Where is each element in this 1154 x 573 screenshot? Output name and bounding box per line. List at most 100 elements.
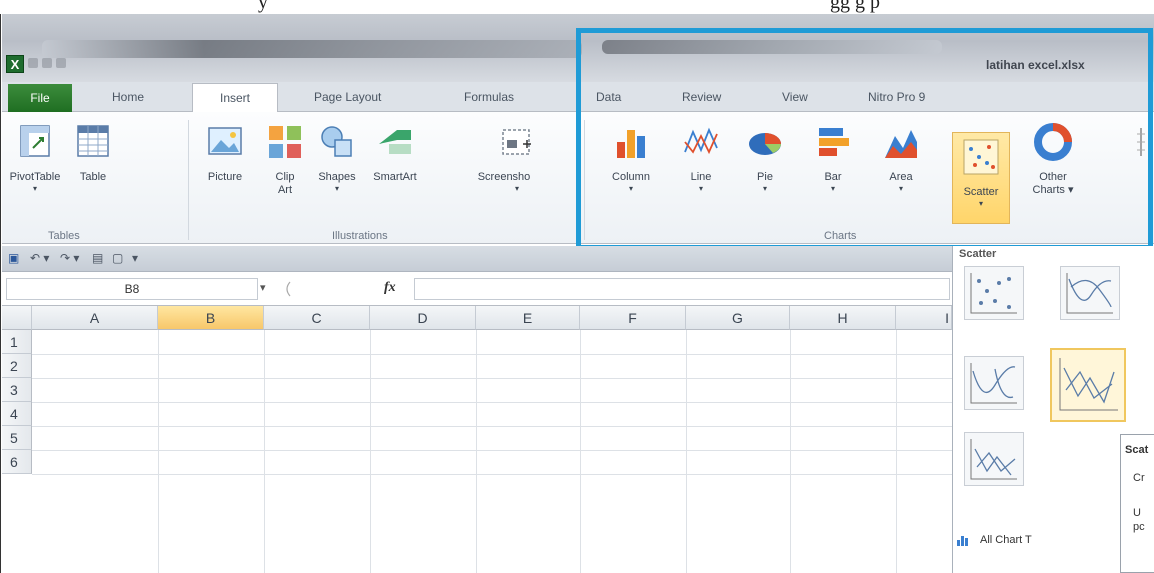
qat-icon[interactable] xyxy=(28,58,38,68)
column-header-selected[interactable]: B xyxy=(158,306,264,330)
tab-home[interactable]: Home xyxy=(112,90,144,104)
sparklines-button[interactable] xyxy=(1102,118,1152,214)
tab-file[interactable]: File xyxy=(8,84,72,112)
tab-view[interactable]: View xyxy=(782,90,808,104)
column-chart-button[interactable]: Column ▾ xyxy=(602,118,660,214)
scatter-straight-icon xyxy=(970,439,1017,480)
scatter-smooth-icon xyxy=(970,363,1017,404)
chevron-down-icon: ▾ xyxy=(32,184,37,193)
group-label-tables: Tables xyxy=(48,230,80,242)
insert-function-icon[interactable]: fx xyxy=(384,280,396,296)
pivot-table-icon xyxy=(20,125,50,157)
spreadsheet-grid[interactable]: A B C D E F G H I 1 2 3 4 5 6 xyxy=(2,306,952,573)
redo-icon[interactable]: ↷ ▾ xyxy=(60,251,79,265)
qat-icon[interactable] xyxy=(42,58,52,68)
undo-icon[interactable]: ↶ ▾ xyxy=(30,251,49,265)
table-icon xyxy=(77,125,109,157)
bar-chart-button[interactable]: Bar ▾ xyxy=(804,118,862,214)
excel-icon[interactable]: X xyxy=(6,55,24,73)
chevron-down-icon: ▾ xyxy=(978,199,983,208)
tab-data[interactable]: Data xyxy=(596,90,621,104)
row-header[interactable]: 5 xyxy=(2,426,32,450)
ribbon-tabs: File Home Insert Page Layout Formulas Da… xyxy=(2,82,1154,113)
row-header[interactable]: 1 xyxy=(2,330,32,354)
pivot-table-button[interactable]: PivotTable ▾ xyxy=(6,118,64,214)
chevron-down-icon[interactable]: ▾ xyxy=(260,281,266,294)
row-header[interactable]: 3 xyxy=(2,378,32,402)
column-header[interactable]: F xyxy=(580,306,686,330)
column-header[interactable]: H xyxy=(790,306,896,330)
picture-button[interactable]: Picture xyxy=(196,118,254,214)
pie-label: Pie xyxy=(757,171,773,183)
row-header[interactable]: 6 xyxy=(2,450,32,474)
save-icon[interactable]: ▣ xyxy=(8,251,19,265)
pie-chart-icon xyxy=(749,133,781,155)
clip-art-button[interactable]: Clip Art xyxy=(256,118,314,214)
bar-chart-icon xyxy=(819,128,849,156)
pie-chart-button[interactable]: Pie ▾ xyxy=(736,118,794,214)
grid-line xyxy=(32,450,952,451)
tab-page-layout[interactable]: Page Layout xyxy=(314,90,381,104)
sparkline-icon xyxy=(1137,128,1145,156)
column-header[interactable]: E xyxy=(476,306,580,330)
column-header[interactable]: A xyxy=(32,306,158,330)
smartart-button[interactable]: SmartArt xyxy=(366,118,424,214)
line-chart-button[interactable]: Line ▾ xyxy=(672,118,730,214)
all-chart-types-link[interactable]: All Chart T xyxy=(980,534,1032,546)
chevron-down-icon: ▾ xyxy=(514,184,519,193)
excel-window: X latihan excel.xlsx File Home Insert Pa… xyxy=(2,14,1154,573)
scatter-markers-only-option[interactable] xyxy=(964,266,1024,320)
shapes-button[interactable]: Shapes ▾ xyxy=(308,118,366,214)
picture-label: Picture xyxy=(207,171,243,183)
screenshot-frame: y gg g p X latihan excel.xlsx File Home … xyxy=(0,0,1154,573)
scatter-markers-icon xyxy=(970,273,1017,314)
clip-art-label: Clip Art xyxy=(275,171,295,196)
tooltip: Scat Cr U pc xyxy=(1120,434,1154,573)
chevron-down-icon: ▾ xyxy=(698,184,703,193)
row-header[interactable]: 2 xyxy=(2,354,32,378)
row-header[interactable]: 4 xyxy=(2,402,32,426)
grid-line xyxy=(790,330,791,573)
other-charts-icon xyxy=(1034,123,1072,161)
formula-input[interactable] xyxy=(414,278,950,300)
grid-line xyxy=(32,354,952,355)
column-header[interactable]: D xyxy=(370,306,476,330)
scatter-chart-icon xyxy=(963,139,999,175)
scatter-smooth-lines-icon xyxy=(1066,273,1113,314)
name-box[interactable]: B8 xyxy=(6,278,258,300)
scatter-smooth-lines-markers-option[interactable] xyxy=(1060,266,1120,320)
tab-formulas[interactable]: Formulas xyxy=(464,90,514,104)
scatter-straight-lines-markers-option[interactable] xyxy=(1050,348,1126,422)
picture-icon xyxy=(208,127,242,155)
table-button[interactable]: Table xyxy=(64,118,122,214)
area-chart-button[interactable]: Area ▾ xyxy=(872,118,930,214)
grid-line xyxy=(896,330,897,573)
screenshot-button[interactable]: Screensho ▾ xyxy=(478,118,546,214)
shapes-icon xyxy=(321,126,352,157)
column-header[interactable]: C xyxy=(264,306,370,330)
other-charts-button[interactable]: Other Charts ▾ xyxy=(1024,118,1082,214)
print-preview-icon[interactable]: ▤ xyxy=(92,251,103,265)
tab-review[interactable]: Review xyxy=(682,90,721,104)
column-header[interactable]: G xyxy=(686,306,790,330)
ribbon-insert: PivotTable ▾ Table Tables Picture Clip A… xyxy=(2,112,1154,244)
grid-line xyxy=(476,330,477,573)
group-label-charts: Charts xyxy=(824,230,857,242)
tooltip-line: Cr xyxy=(1133,472,1145,484)
column-header[interactable]: I xyxy=(896,306,952,330)
scatter-straight-lines-option[interactable] xyxy=(964,432,1024,486)
tab-nitro-pro[interactable]: Nitro Pro 9 xyxy=(868,90,925,104)
select-all-corner[interactable] xyxy=(2,306,32,330)
new-document-icon[interactable]: ▢ xyxy=(112,251,123,265)
scatter-chart-button[interactable]: Scatter ▾ xyxy=(952,132,1010,224)
caption-fragment-left: y xyxy=(258,0,268,13)
customize-qat-icon[interactable]: ▾ xyxy=(132,251,138,265)
scatter-smooth-lines-option[interactable] xyxy=(964,356,1024,410)
window-title: latihan excel.xlsx xyxy=(986,58,1085,72)
area-label: Area xyxy=(889,171,913,183)
tooltip-line: U xyxy=(1133,507,1141,519)
qat-icon[interactable] xyxy=(56,58,66,68)
grid-line xyxy=(32,426,952,427)
tab-insert[interactable]: Insert xyxy=(192,83,278,113)
quick-access-toolbar: ▣ ↶ ▾ ↷ ▾ ▤ ▢ ▾ xyxy=(2,246,952,272)
